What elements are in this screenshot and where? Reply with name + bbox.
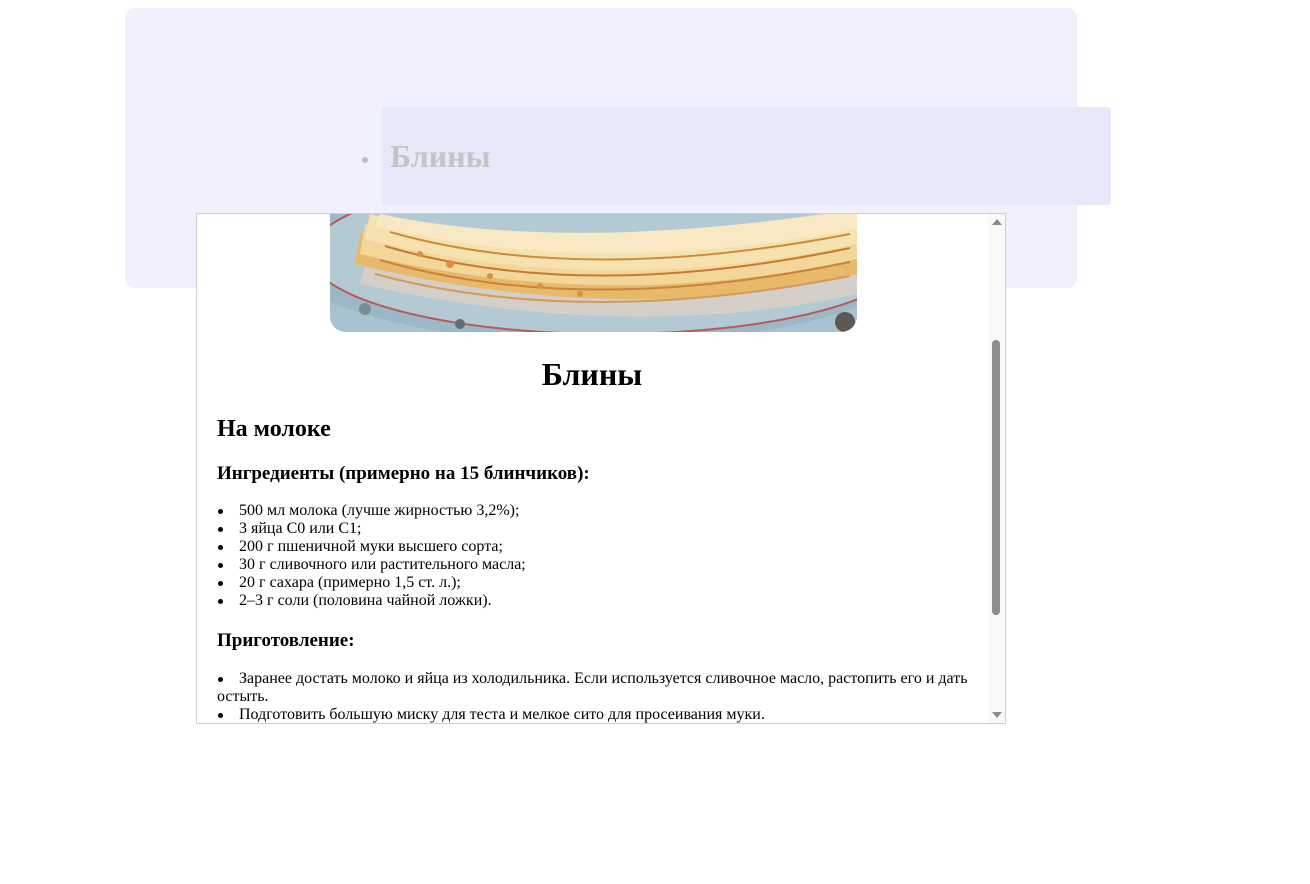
ingredients-title: Ингредиенты (примерно на 15 блинчиков): [217, 463, 590, 484]
scrollbar-thumb[interactable] [992, 340, 1000, 615]
steps-title: Приготовление: [217, 630, 355, 651]
recipe-popup[interactable]: Блины На молоке Ингредиенты (примерно на… [196, 213, 1006, 724]
list-item: Подготовить большую миску для теста и ме… [217, 706, 977, 723]
bullet-icon [218, 563, 223, 568]
bullet-icon [218, 677, 223, 682]
pancakes-photo [330, 214, 857, 332]
menu-item-label: Блины [390, 138, 491, 174]
bullet-icon [218, 527, 223, 532]
bullet-icon [218, 545, 223, 550]
steps-list: Заранее достать молоко и яйца из холодил… [217, 670, 977, 723]
list-item: 500 мл молока (лучше жирностью 3,2%); [217, 502, 977, 520]
recipe-title: Блины [541, 356, 643, 392]
menu-bullet [362, 157, 368, 163]
bullet-icon [218, 509, 223, 514]
bullet-icon [218, 713, 223, 718]
recipe-menu-item[interactable]: Блины [362, 107, 1111, 205]
bullet-icon [218, 599, 223, 604]
list-item: 2–3 г соли (половина чайной ложки). [217, 592, 977, 610]
pancakes-image [330, 214, 857, 332]
ingredients-list: 500 мл молока (лучше жирностью 3,2%); 3 … [217, 502, 977, 610]
section-title: На молоке [217, 416, 331, 442]
scroll-down-arrow-icon[interactable] [992, 712, 1002, 718]
list-item: Заранее достать молоко и яйца из холодил… [217, 670, 968, 705]
list-item: 30 г сливочного или растительного масла; [217, 556, 977, 574]
scroll-up-arrow-icon[interactable] [992, 219, 1002, 225]
list-item: 3 яйца С0 или С1; [217, 520, 977, 538]
vertical-scrollbar[interactable] [988, 214, 1005, 723]
bullet-icon [218, 581, 223, 586]
list-item: 200 г пшеничной муки высшего сорта; [217, 538, 977, 556]
list-item: 20 г сахара (примерно 1,5 ст. л.); [217, 574, 977, 592]
